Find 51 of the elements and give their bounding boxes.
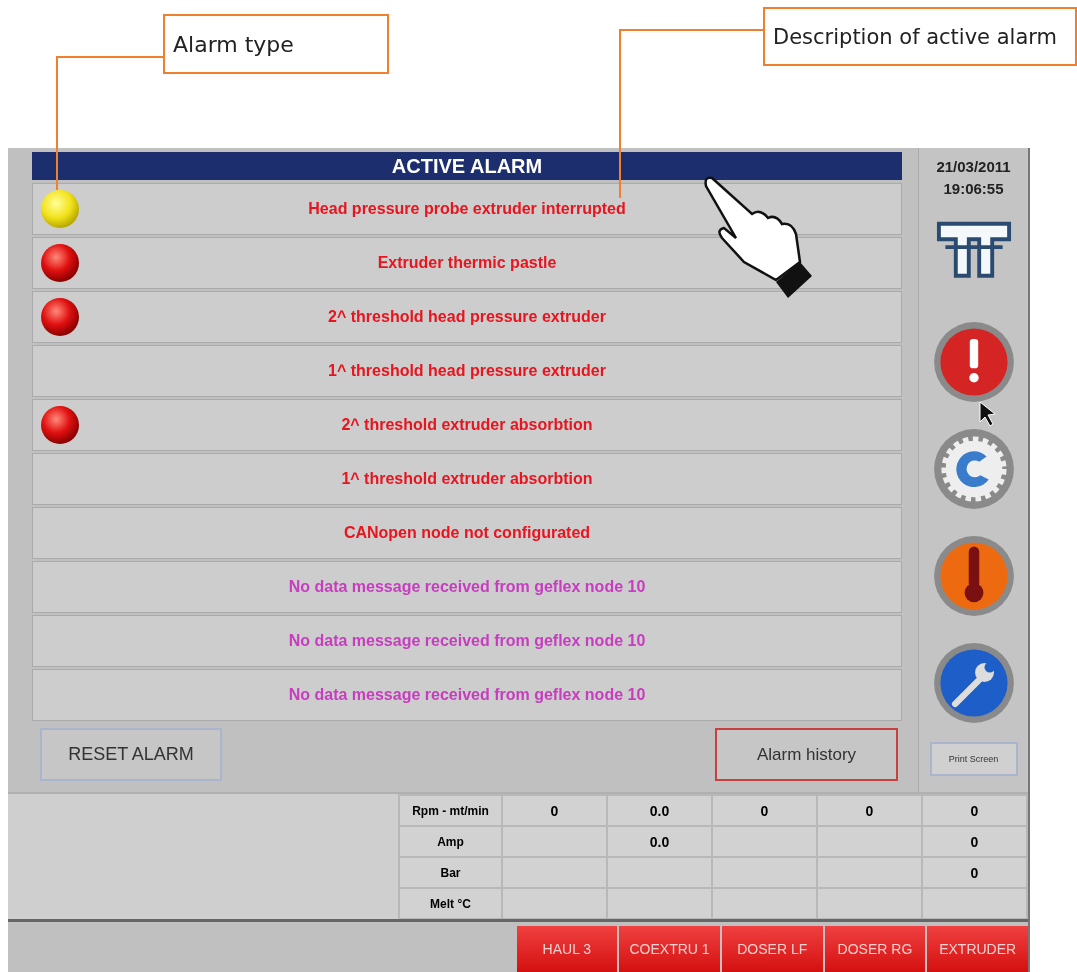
- machine-tab[interactable]: DOSER RG: [824, 926, 926, 972]
- settings-button[interactable]: [931, 427, 1016, 511]
- row-label: Melt °C: [400, 889, 501, 918]
- date-label: 21/03/2011: [936, 157, 1011, 177]
- table-cell: 0: [503, 796, 606, 825]
- alarm-description: 1^ threshold head pressure extruder: [328, 362, 606, 380]
- table-cell: 0: [713, 796, 816, 825]
- alarm-description: Extruder thermic pastle: [377, 254, 557, 272]
- alarm-description: No data message received from geflex node 10: [288, 578, 646, 596]
- callout-label: Description of active alarm: [763, 7, 1077, 66]
- alarm-panel-title: ACTIVE ALARM: [32, 152, 902, 180]
- time-label: 19:06:55: [943, 179, 1004, 199]
- table-cell: 0: [923, 827, 1026, 856]
- machine-tab[interactable]: DOSER LF: [721, 926, 823, 972]
- alarm-description: Head pressure probe extruder interrupted: [308, 200, 626, 218]
- table-cell: 0: [818, 796, 921, 825]
- callout-label: Alarm type: [163, 14, 389, 74]
- alarm-row[interactable]: 1^ threshold head pressure extruder: [32, 345, 902, 397]
- alarm-row[interactable]: No data message received from geflex node 10: [32, 561, 902, 613]
- table-cell: 0.0: [608, 827, 711, 856]
- alarm-row[interactable]: 1^ threshold extruder absorbtion: [32, 453, 902, 505]
- alarm-row[interactable]: Extruder thermic pastle: [32, 237, 902, 289]
- alarm-description: 2^ threshold head pressure extruder: [328, 308, 606, 326]
- alarm-description: 1^ threshold extruder absorbtion: [341, 470, 593, 488]
- alarm-history-button[interactable]: Alarm history: [715, 728, 898, 781]
- alarm-row[interactable]: 2^ threshold head pressure extruder: [32, 291, 902, 343]
- table-cell: 0: [923, 858, 1026, 887]
- row-label: Bar: [400, 858, 501, 887]
- table-cell: 0.0: [608, 796, 711, 825]
- alarm-description: CANopen node not configurated: [343, 524, 591, 542]
- table-cell: 0: [923, 796, 1026, 825]
- alarm-button[interactable]: [931, 320, 1016, 404]
- machine-tab[interactable]: HAUL 3: [516, 926, 618, 972]
- machine-tab[interactable]: COEXTRU 1: [619, 926, 720, 972]
- alarm-row[interactable]: No data message received from geflex node 10: [32, 669, 902, 721]
- alarm-description: No data message received from geflex node 10: [288, 632, 646, 650]
- temperature-button[interactable]: [931, 534, 1016, 618]
- alarm-row[interactable]: Head pressure probe extruder interrupted: [32, 183, 902, 235]
- alarm-row[interactable]: CANopen node not configurated: [32, 507, 902, 559]
- alarm-description: 2^ threshold extruder absorbtion: [341, 416, 593, 434]
- tools-button[interactable]: [931, 641, 1016, 725]
- pointing-hand-icon: [704, 176, 812, 298]
- print-screen-button[interactable]: Print Screen: [929, 742, 1018, 776]
- mouse-cursor-icon: [979, 401, 996, 427]
- alarm-description: No data message received from geflex node 10: [288, 686, 646, 704]
- row-label: Amp: [400, 827, 501, 856]
- reset-alarm-button[interactable]: RESET ALARM: [40, 728, 222, 781]
- row-label: Rpm - mt/min: [400, 796, 501, 825]
- alarm-row[interactable]: 2^ threshold extruder absorbtion: [32, 399, 902, 451]
- machine-tab[interactable]: EXTRUDER: [927, 926, 1028, 972]
- alarm-row[interactable]: No data message received from geflex node 10: [32, 615, 902, 667]
